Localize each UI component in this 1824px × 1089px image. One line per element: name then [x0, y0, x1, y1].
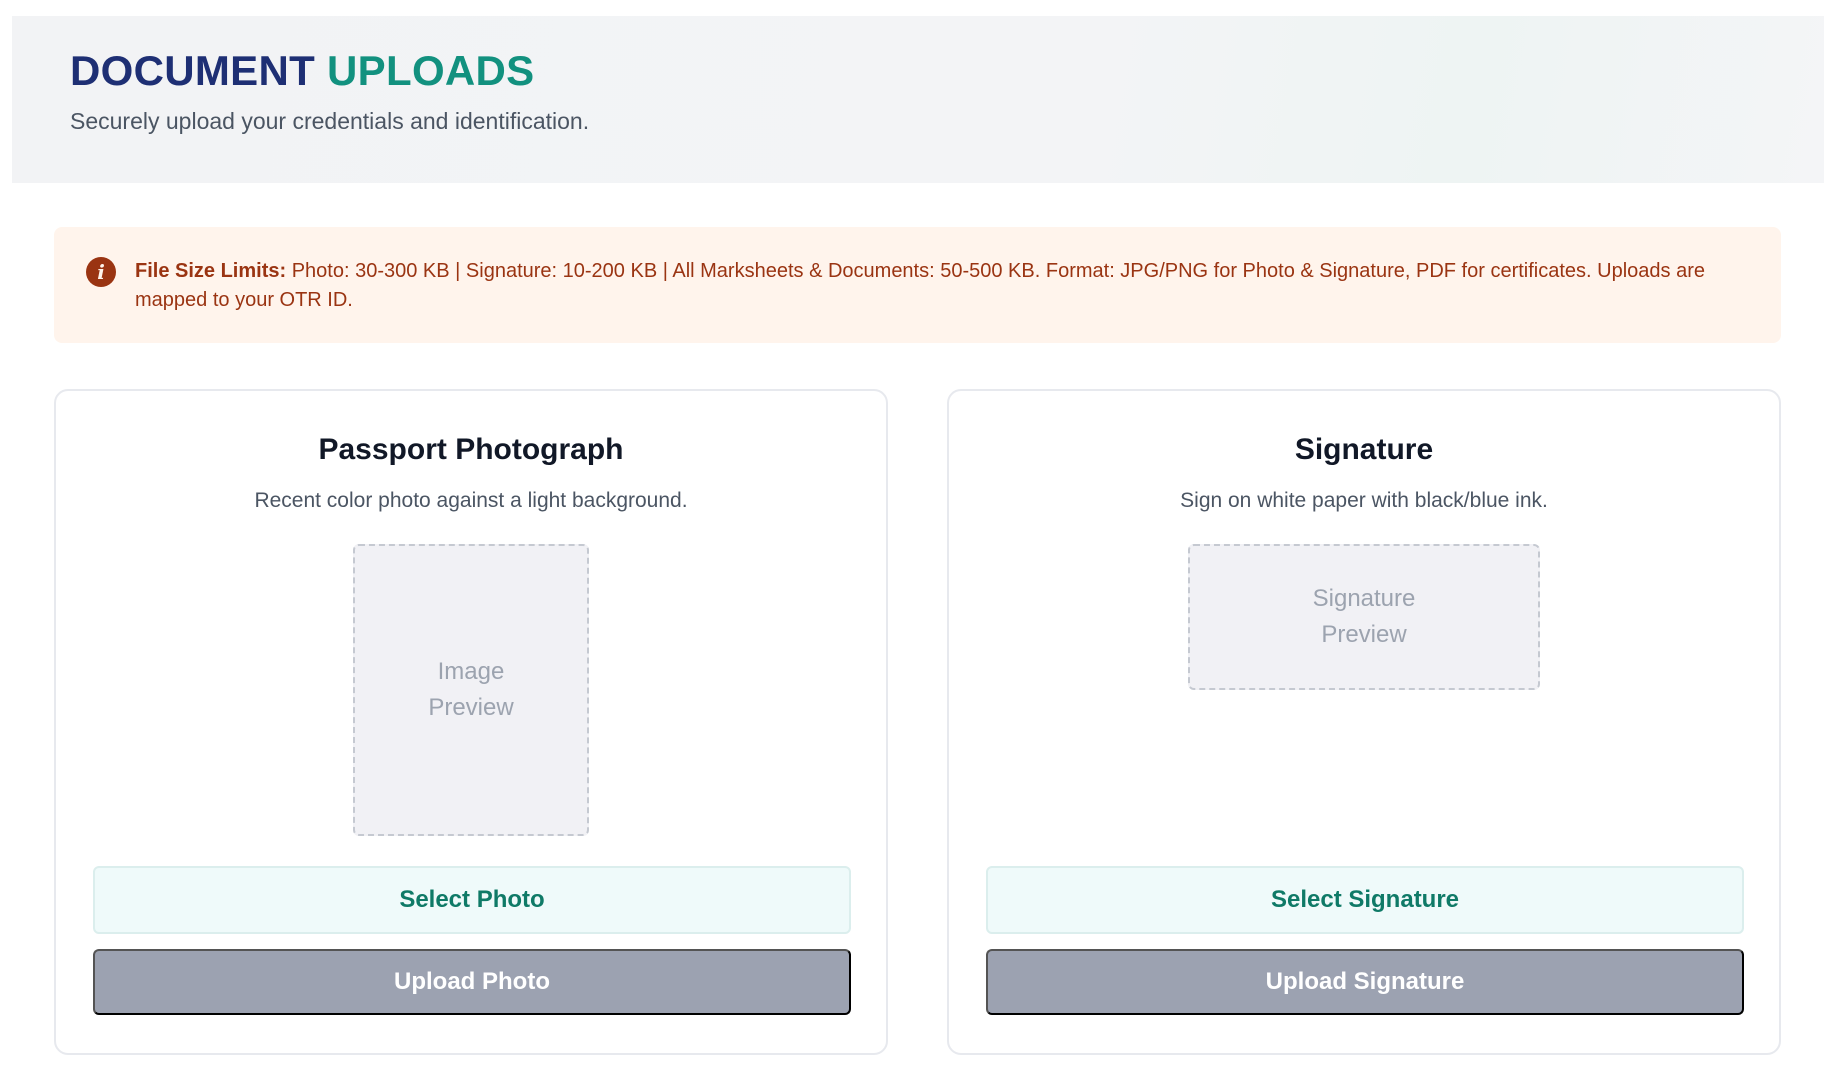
signature-upload-card: Signature Sign on white paper with black…: [947, 389, 1781, 1055]
select-signature-button[interactable]: Select Signature: [986, 866, 1744, 934]
signature-preview: Signature Preview: [1188, 544, 1540, 690]
page-subtitle: Securely upload your credentials and ide…: [70, 108, 590, 135]
photo-upload-card: Passport Photograph Recent color photo a…: [54, 389, 888, 1055]
photo-card-description: Recent color photo against a light backg…: [254, 489, 688, 512]
page-title-part-1: DOCUMENT: [70, 47, 316, 94]
photo-preview: Image Preview: [353, 544, 589, 836]
photo-preview-line-1: Image: [437, 658, 505, 685]
select-photo-button[interactable]: Select Photo: [93, 866, 851, 934]
signature-card-description: Sign on white paper with black/blue ink.: [1180, 489, 1548, 512]
page-header: DOCUMENT UPLOADS Securely upload your cr…: [12, 16, 1824, 183]
notice-lead: File Size Limits:: [135, 260, 287, 282]
file-size-notice: i File Size Limits: Photo: 30-300 KB | S…: [54, 227, 1781, 343]
upload-signature-button[interactable]: Upload Signature: [986, 949, 1744, 1015]
signature-preview-line-2: Preview: [1321, 621, 1407, 648]
info-icon: i: [86, 257, 116, 287]
notice-text: Photo: 30-300 KB | Signature: 10-200 KB …: [135, 260, 1705, 311]
photo-preview-line-2: Preview: [428, 694, 514, 721]
page-title-part-2: UPLOADS: [327, 47, 535, 94]
signature-preview-line-1: Signature: [1312, 585, 1416, 612]
photo-card-title: Passport Photograph: [318, 433, 624, 466]
page: DOCUMENT UPLOADS Securely upload your cr…: [0, 0, 1824, 1089]
signature-card-title: Signature: [1294, 433, 1434, 466]
upload-photo-button[interactable]: Upload Photo: [93, 949, 851, 1015]
page-title: DOCUMENT UPLOADS: [70, 46, 1824, 96]
